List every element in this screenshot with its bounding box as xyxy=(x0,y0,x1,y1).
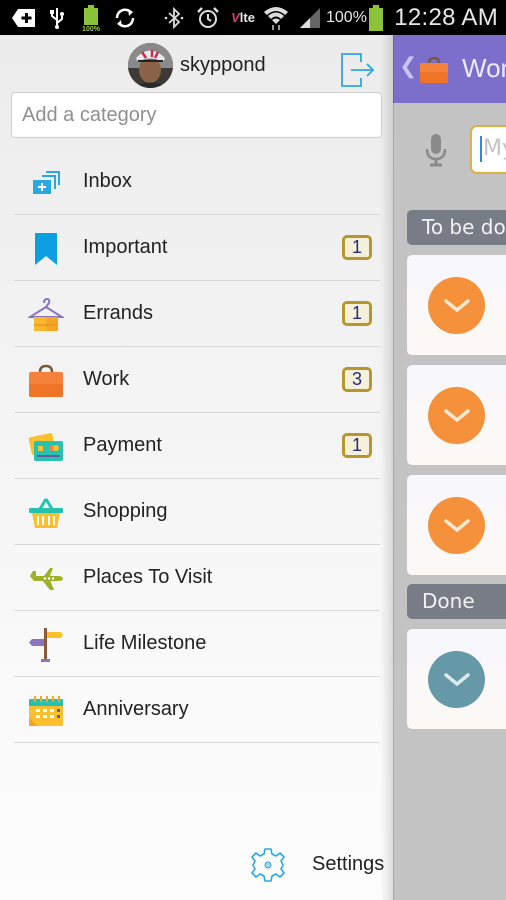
category-label: Errands xyxy=(83,302,154,324)
category-item-life-milestone[interactable]: Life Milestone xyxy=(14,611,380,677)
expand-task-button[interactable] xyxy=(428,497,485,554)
category-label: Payment xyxy=(83,434,162,456)
inbox-icon xyxy=(28,165,64,201)
wifi-icon xyxy=(262,0,290,35)
category-item-inbox[interactable]: Inbox xyxy=(14,149,380,215)
expand-task-button[interactable] xyxy=(428,387,485,444)
logout-icon xyxy=(341,53,375,87)
notification-add-icon xyxy=(10,0,38,35)
briefcase-icon xyxy=(420,56,448,88)
section-header-to-be-done[interactable]: To be done xyxy=(407,210,506,245)
task-card[interactable] xyxy=(407,365,506,465)
category-item-places-to-visit[interactable]: Places To Visit xyxy=(14,545,380,611)
credit-card-icon xyxy=(28,429,64,465)
category-label: Shopping xyxy=(83,500,168,522)
task-card-done[interactable] xyxy=(407,629,506,729)
category-item-anniversary[interactable]: Anniversary xyxy=(14,677,380,743)
battery-icon xyxy=(367,0,385,35)
battery-full-icon: 100% xyxy=(79,0,103,35)
task-input-placeholder: My xyxy=(483,136,506,161)
category-header: ❮ Work xyxy=(393,35,506,103)
count-badge: 1 xyxy=(342,433,372,458)
category-label: Work xyxy=(83,368,130,390)
task-card[interactable] xyxy=(407,255,506,355)
category-label: Important xyxy=(83,236,168,258)
hanger-icon xyxy=(28,297,64,333)
bookmark-icon xyxy=(28,231,64,267)
status-bar: 100% Vlte 100% 12:28 AM xyxy=(0,0,506,35)
category-label: Life Milestone xyxy=(83,632,207,654)
category-title: Work xyxy=(462,53,506,83)
category-item-shopping[interactable]: Shopping xyxy=(14,479,380,545)
bluetooth-icon xyxy=(162,0,186,35)
drawer-edge-shadow xyxy=(380,35,394,900)
category-item-payment[interactable]: Payment 1 xyxy=(14,413,380,479)
usb-icon xyxy=(47,0,67,35)
category-item-work[interactable]: Work 3 xyxy=(14,347,380,413)
count-badge: 1 xyxy=(342,301,372,326)
count-badge: 1 xyxy=(342,235,372,260)
category-label: Inbox xyxy=(83,170,132,192)
chevron-down-icon xyxy=(443,518,470,532)
category-list: Inbox Important 1 Errands 1 Work 3 Payme… xyxy=(14,149,380,743)
task-card[interactable] xyxy=(407,475,506,575)
add-category-input[interactable] xyxy=(11,92,382,138)
section-header-done[interactable]: Done xyxy=(407,584,506,619)
alarm-icon xyxy=(196,0,220,35)
category-item-important[interactable]: Important 1 xyxy=(14,215,380,281)
logout-button[interactable] xyxy=(340,52,376,93)
briefcase-icon xyxy=(28,363,64,399)
main-content: ❮ Work My To be done Done xyxy=(393,35,506,900)
signal-icon xyxy=(297,0,323,35)
gear-icon xyxy=(250,847,286,888)
user-profile[interactable]: skyppond xyxy=(128,43,266,88)
calendar-icon xyxy=(28,693,64,729)
settings-button[interactable]: Settings xyxy=(250,847,384,888)
text-caret xyxy=(480,136,482,162)
battery-percent: 100% xyxy=(326,9,367,26)
username: skyppond xyxy=(180,54,266,76)
category-label: Anniversary xyxy=(83,698,189,720)
settings-label: Settings xyxy=(312,853,385,875)
avatar[interactable] xyxy=(128,43,173,88)
back-chevron-icon[interactable]: ❮ xyxy=(399,53,417,79)
airplane-icon xyxy=(28,561,64,597)
new-task-input[interactable]: My xyxy=(470,125,506,174)
clock: 12:28 AM xyxy=(394,4,498,31)
basket-icon xyxy=(28,495,64,531)
navigation-drawer: skyppond Inbox Important 1 Errands 1 xyxy=(0,35,393,900)
svg-text:100%: 100% xyxy=(82,26,101,32)
sync-icon xyxy=(112,0,138,35)
expand-task-button[interactable] xyxy=(428,651,485,708)
category-item-errands[interactable]: Errands 1 xyxy=(14,281,380,347)
microphone-icon[interactable] xyxy=(425,133,447,172)
chevron-down-icon xyxy=(443,672,470,686)
count-badge: 3 xyxy=(342,367,372,392)
chevron-down-icon xyxy=(443,298,470,312)
chevron-down-icon xyxy=(443,408,470,422)
volte-icon: Vlte xyxy=(231,10,255,25)
expand-task-button[interactable] xyxy=(428,277,485,334)
category-label: Places To Visit xyxy=(83,566,213,588)
signpost-icon xyxy=(28,627,64,663)
